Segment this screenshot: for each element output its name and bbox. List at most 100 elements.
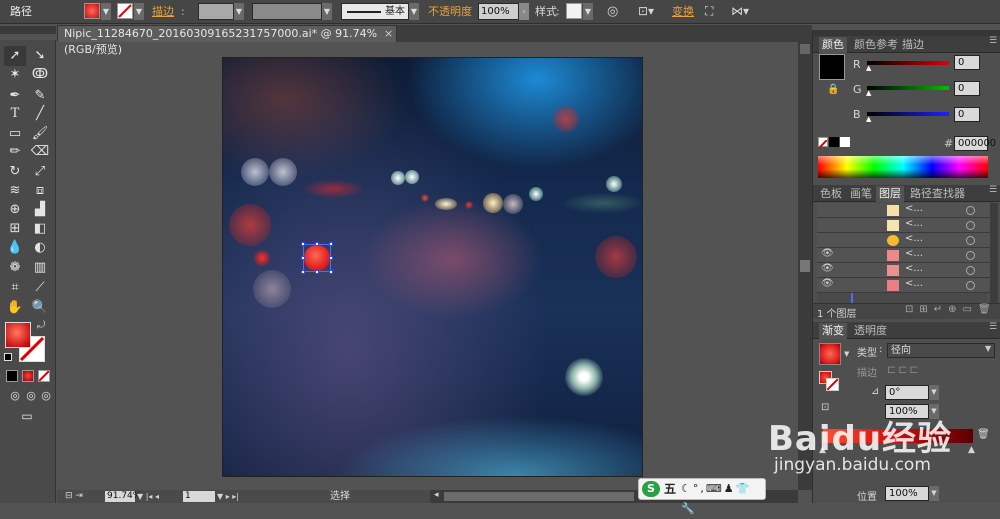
shape-builder-icon[interactable]: ⊕ bbox=[4, 200, 26, 220]
tab-color[interactable]: 颜色 bbox=[819, 37, 847, 53]
fill-color-box[interactable] bbox=[5, 322, 31, 348]
opacity-dropdown[interactable]: › bbox=[519, 3, 529, 20]
bbox-handle[interactable] bbox=[315, 270, 319, 274]
gradient-type-select[interactable]: 径向 bbox=[887, 343, 995, 358]
variable-width-select[interactable] bbox=[252, 3, 322, 20]
layer-actions-icons[interactable]: ⊡⊞↵⊕▭🗑 bbox=[905, 304, 997, 315]
panel-menu-icon[interactable]: ⋈▾ bbox=[731, 3, 749, 20]
g-input[interactable]: 0 bbox=[954, 81, 980, 96]
hex-input[interactable]: 000000 bbox=[954, 136, 996, 151]
panel-menu-icon[interactable]: ☰ bbox=[989, 36, 997, 46]
ime-status-icons[interactable]: ☾°,⌨♟👕🔧 bbox=[681, 479, 765, 519]
perspective-grid-icon[interactable]: ▟ bbox=[29, 200, 51, 220]
selection-tool-icon[interactable]: ➚ bbox=[4, 46, 26, 66]
bbox-handle[interactable] bbox=[301, 256, 305, 260]
zoom-dropdown[interactable]: ▼ |◂ ◂ bbox=[137, 490, 159, 503]
graphic-style-dropdown[interactable]: ▼ bbox=[583, 3, 593, 20]
page-input[interactable]: 1 bbox=[183, 491, 215, 502]
layer-row[interactable]: 👁 <... bbox=[817, 248, 995, 263]
gradient-type-dropdown[interactable]: ▼ bbox=[985, 344, 991, 353]
eyedropper-icon[interactable]: 💧 bbox=[4, 238, 26, 258]
selection-bounding-box[interactable] bbox=[301, 242, 333, 274]
bbox-handle[interactable] bbox=[329, 270, 333, 274]
stroke-weight-dropdown[interactable]: ▼ bbox=[234, 3, 244, 20]
stroke-gradient-mode-icons[interactable]: ⊏⊏⊏ bbox=[887, 363, 921, 376]
hand-tool-icon[interactable]: ✋ bbox=[4, 298, 26, 318]
r-slider-thumb[interactable]: ▲ bbox=[866, 64, 871, 72]
variable-width-dropdown[interactable]: ▼ bbox=[322, 3, 332, 20]
b-input[interactable]: 0 bbox=[954, 107, 980, 122]
layer-row[interactable]: <... bbox=[817, 218, 995, 233]
swap-fill-stroke-icon[interactable]: ⤾ bbox=[37, 320, 45, 331]
opacity-label[interactable]: 不透明度 bbox=[428, 3, 472, 20]
tab-color-guide[interactable]: 颜色参考 bbox=[851, 37, 901, 53]
none-mode-icon[interactable] bbox=[38, 370, 50, 382]
none-color-swatch[interactable] bbox=[818, 137, 828, 149]
gradient-preset-dropdown[interactable]: ▼ bbox=[844, 350, 849, 358]
panel-menu-icon[interactable]: ☰ bbox=[989, 322, 997, 332]
target-icon[interactable] bbox=[966, 266, 975, 275]
layer-row[interactable]: 👁 <... bbox=[817, 278, 995, 293]
slice-tool-icon[interactable]: ⟋ bbox=[29, 278, 51, 298]
isolate-icon[interactable]: ⛶ bbox=[705, 3, 713, 20]
pen-tool-icon[interactable]: ✒ bbox=[4, 86, 26, 106]
target-icon[interactable] bbox=[966, 281, 975, 290]
panel-menu-icon[interactable]: ☰ bbox=[989, 185, 997, 195]
brush-dropdown[interactable]: ▼ bbox=[409, 3, 419, 20]
zoom-input[interactable]: 91.74% bbox=[105, 491, 141, 502]
color-mode-icon[interactable] bbox=[6, 370, 18, 382]
tab-gradient[interactable]: 渐变 bbox=[819, 323, 847, 339]
gradient-preview-swatch[interactable] bbox=[819, 343, 841, 365]
fill-dropdown-arrow[interactable]: ▼ bbox=[101, 3, 111, 20]
tab-pathfinder[interactable]: 路径查找器 bbox=[907, 186, 968, 202]
draw-inside-icon[interactable]: ◎ bbox=[35, 386, 57, 406]
direct-selection-tool-icon[interactable]: ➘ bbox=[29, 46, 51, 66]
vertical-scroll-thumb[interactable] bbox=[800, 260, 810, 272]
target-icon[interactable] bbox=[966, 236, 975, 245]
magic-wand-icon[interactable]: ✶ bbox=[4, 65, 26, 85]
line-tool-icon[interactable]: ╱ bbox=[29, 104, 51, 124]
artboard-nav-icon[interactable]: ⊟ ⇥ bbox=[65, 490, 83, 503]
b-slider-thumb[interactable]: ▲ bbox=[866, 115, 871, 123]
scroll-up-arrow[interactable] bbox=[800, 44, 810, 54]
layer-row[interactable]: 👁 <... bbox=[817, 263, 995, 278]
type-tool-icon[interactable]: T bbox=[4, 104, 26, 124]
bbox-handle[interactable] bbox=[301, 270, 305, 274]
visibility-eye-icon[interactable]: 👁 bbox=[821, 278, 834, 289]
lasso-icon[interactable]: ↂ bbox=[29, 65, 51, 85]
tab-stroke[interactable]: 描边 bbox=[899, 37, 927, 53]
zoom-tool-icon[interactable]: 🔍 bbox=[29, 298, 51, 318]
target-icon[interactable] bbox=[966, 221, 975, 230]
page-dropdown[interactable]: ▼ ▸ ▸| bbox=[217, 490, 239, 503]
visibility-eye-icon[interactable]: 👁 bbox=[821, 263, 834, 274]
free-transform-icon[interactable]: ⧈ bbox=[29, 181, 51, 201]
default-colors-icon[interactable] bbox=[4, 353, 12, 361]
stroke-weight-label[interactable]: 描边 bbox=[152, 3, 174, 20]
fill-swatch[interactable] bbox=[84, 3, 100, 19]
selected-red-circle[interactable] bbox=[304, 245, 330, 271]
pencil-icon[interactable]: ✏ bbox=[4, 142, 26, 162]
blend-tool-icon[interactable]: ◐ bbox=[29, 238, 51, 258]
transform-link[interactable]: 变换 bbox=[672, 3, 694, 20]
white-swatch[interactable] bbox=[840, 137, 850, 147]
tab-swatches[interactable]: 色板 bbox=[817, 186, 845, 202]
current-fill-swatch[interactable] bbox=[819, 54, 845, 80]
b-slider[interactable] bbox=[867, 112, 949, 116]
scale-icon[interactable]: ⤢ bbox=[29, 162, 51, 182]
tab-layers[interactable]: 图层 bbox=[876, 186, 904, 202]
scroll-left-arrow[interactable]: ◂ bbox=[434, 490, 439, 500]
tab-transparency[interactable]: 透明度 bbox=[851, 323, 890, 339]
target-icon[interactable] bbox=[966, 206, 975, 215]
stroke-dropdown-arrow[interactable]: ▼ bbox=[134, 3, 144, 20]
column-graph-icon[interactable]: ▥ bbox=[29, 258, 51, 278]
tools-panel-grip[interactable] bbox=[0, 26, 56, 34]
position-dropdown[interactable]: ▼ bbox=[929, 486, 939, 501]
black-swatch[interactable] bbox=[829, 137, 839, 147]
close-tab-icon[interactable]: × bbox=[384, 26, 393, 42]
width-tool-icon[interactable]: ≋ bbox=[4, 181, 26, 201]
bbox-handle[interactable] bbox=[315, 242, 319, 246]
recolor-artwork-icon[interactable]: ◎ bbox=[607, 3, 618, 20]
g-slider[interactable] bbox=[867, 86, 949, 90]
color-spectrum[interactable] bbox=[818, 156, 988, 178]
curvature-tool-icon[interactable]: ✎ bbox=[29, 86, 51, 106]
